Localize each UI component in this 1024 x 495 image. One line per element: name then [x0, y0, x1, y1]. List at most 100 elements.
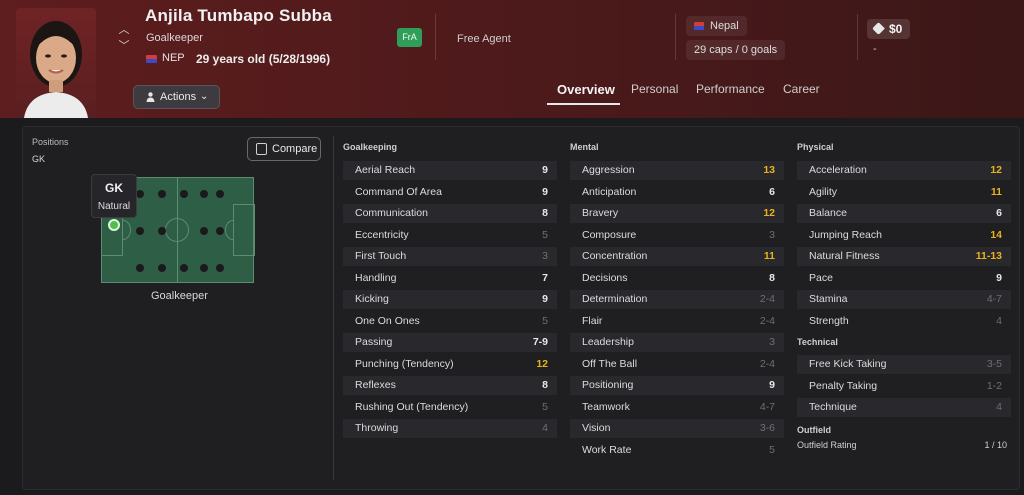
attribute-row[interactable]: Off The Ball 2-4	[570, 355, 784, 374]
positions-value: GK	[32, 154, 46, 164]
nepal-flag-icon	[146, 55, 157, 63]
attribute-row[interactable]: Flair 2-4	[570, 312, 784, 331]
attribute-name: Technique	[809, 401, 857, 413]
attribute-row[interactable]: Anticipation 6	[570, 183, 784, 202]
player-name: Anjila Tumbapo Subba	[145, 6, 332, 25]
attribute-row[interactable]: Pace 9	[797, 269, 1011, 288]
attribute-row[interactable]: Command Of Area 9	[343, 183, 557, 202]
attribute-row[interactable]: Aerial Reach 9	[343, 161, 557, 180]
compare-button[interactable]: Compare	[247, 137, 321, 161]
attribute-row[interactable]: Work Rate 5	[570, 441, 784, 460]
position-dot[interactable]	[200, 264, 208, 272]
attribute-row[interactable]: Leadership 3	[570, 333, 784, 352]
goalkeeping-title: Goalkeeping	[343, 142, 398, 152]
attribute-row[interactable]: Acceleration 12	[797, 161, 1011, 180]
position-dot[interactable]	[200, 227, 208, 235]
attribute-name: First Touch	[355, 250, 407, 262]
position-dot[interactable]	[180, 264, 188, 272]
attribute-row[interactable]: Technique 4	[797, 398, 1011, 417]
attribute-name: Punching (Tendency)	[355, 357, 454, 370]
attribute-name: Decisions	[582, 271, 628, 284]
attribute-row[interactable]: Free Kick Taking 3-5	[797, 355, 1011, 374]
tab-overview[interactable]: Overview	[557, 82, 615, 97]
position-dot[interactable]	[180, 190, 188, 198]
attribute-value: 5	[769, 443, 775, 456]
attribute-row[interactable]: One On Ones 5	[343, 312, 557, 331]
position-dot[interactable]	[200, 190, 208, 198]
attribute-row[interactable]: Composure 3	[570, 226, 784, 245]
attribute-row[interactable]: Balance 6	[797, 204, 1011, 223]
chevron-up-icon[interactable]: ︿	[118, 22, 130, 38]
attribute-row[interactable]: Passing 7-9	[343, 333, 557, 352]
attribute-row[interactable]: Punching (Tendency) 12	[343, 355, 557, 374]
position-dot[interactable]	[136, 227, 144, 235]
attribute-value: 3	[769, 228, 775, 241]
attribute-name: Leadership	[582, 336, 634, 348]
value-badge: $0	[867, 19, 910, 39]
attribute-name: Aerial Reach	[355, 164, 416, 176]
price-tag-icon	[872, 22, 885, 35]
attribute-row[interactable]: Bravery 12	[570, 204, 784, 223]
attribute-row[interactable]: Natural Fitness 11-13	[797, 247, 1011, 266]
position-dot[interactable]	[136, 190, 144, 198]
compare-label: Compare	[272, 143, 318, 155]
attribute-row[interactable]: Throwing 4	[343, 419, 557, 438]
attribute-row[interactable]: Vision 3-6	[570, 419, 784, 438]
person-icon	[146, 92, 155, 102]
attribute-name: Positioning	[582, 379, 634, 391]
attribute-row[interactable]: Aggression 13	[570, 161, 784, 180]
attribute-row[interactable]: Determination 2-4	[570, 290, 784, 309]
attribute-row[interactable]: Decisions 8	[570, 269, 784, 288]
tab-performance[interactable]: Performance	[696, 82, 765, 96]
position-dot[interactable]	[158, 190, 166, 198]
attribute-row[interactable]: Communication 8	[343, 204, 557, 223]
divider	[675, 14, 676, 60]
attribute-value: 2-4	[759, 293, 775, 305]
attribute-row[interactable]: Handling 7	[343, 269, 557, 288]
attribute-row[interactable]: Teamwork 4-7	[570, 398, 784, 417]
position-dot[interactable]	[216, 264, 224, 272]
goalkeeper-position-marker[interactable]	[108, 219, 120, 231]
attribute-row[interactable]: Positioning 9	[570, 376, 784, 395]
attribute-row[interactable]: Stamina 4-7	[797, 290, 1011, 309]
chevron-down-icon: ⌄	[200, 91, 209, 102]
pitch-center-circle	[165, 218, 189, 242]
tab-personal[interactable]: Personal	[631, 82, 678, 96]
attribute-name: One On Ones	[355, 314, 420, 327]
attribute-value: 7-9	[532, 336, 548, 348]
attribute-value: 3	[542, 250, 548, 262]
attribute-name: Composure	[582, 228, 637, 241]
attribute-row[interactable]: Penalty Taking 1-2	[797, 377, 1011, 396]
position-dot[interactable]	[158, 264, 166, 272]
attribute-value: 9	[542, 164, 548, 176]
attribute-row[interactable]: Concentration 11	[570, 247, 784, 266]
attribute-row[interactable]: Agility 11	[797, 183, 1011, 202]
attribute-value: 4	[996, 314, 1002, 327]
attribute-row[interactable]: Kicking 9	[343, 290, 557, 309]
attribute-row[interactable]: Reflexes 8	[343, 376, 557, 395]
attribute-row[interactable]: Strength 4	[797, 312, 1011, 331]
status-badge: FrA	[397, 28, 422, 47]
attribute-name: Command Of Area	[355, 185, 442, 198]
attribute-row[interactable]: First Touch 3	[343, 247, 557, 266]
actions-button[interactable]: Actions ⌄	[133, 85, 220, 109]
chevron-down-icon[interactable]: ﹀	[118, 38, 130, 54]
attribute-row[interactable]: Rushing Out (Tendency) 5	[343, 398, 557, 417]
pitch-right-box	[233, 204, 255, 256]
attribute-name: Handling	[355, 271, 397, 284]
national-team-chip[interactable]: Nepal	[686, 16, 747, 36]
attribute-name: Concentration	[582, 250, 648, 262]
tab-career[interactable]: Career	[783, 82, 820, 96]
attribute-name: Communication	[355, 207, 428, 219]
position-dot[interactable]	[216, 227, 224, 235]
player-nationality: NEP	[162, 52, 185, 64]
position-dot[interactable]	[136, 264, 144, 272]
pitch-caption: Goalkeeper	[151, 290, 208, 302]
position-dot[interactable]	[216, 190, 224, 198]
attribute-row[interactable]: Eccentricity 5	[343, 226, 557, 245]
position-dot[interactable]	[158, 227, 166, 235]
attribute-value: 12	[990, 164, 1002, 176]
attribute-name: Work Rate	[582, 443, 632, 456]
attribute-value: 9	[769, 379, 775, 391]
attribute-row[interactable]: Jumping Reach 14	[797, 226, 1011, 245]
